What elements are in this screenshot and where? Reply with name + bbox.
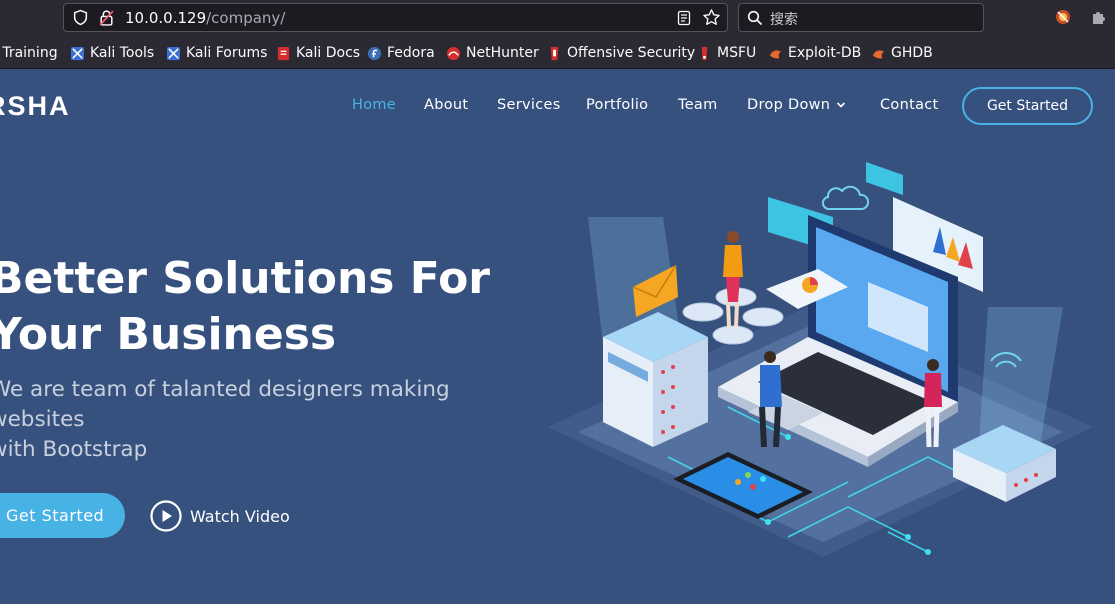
nav-services[interactable]: Services: [497, 97, 561, 113]
bookmark-fedora[interactable]: Fedora: [367, 44, 435, 62]
bookmark-training[interactable]: i Training: [0, 44, 58, 62]
bookmarks-toolbar: i Training Kali Tools Kali Forums Kali D…: [0, 36, 1115, 69]
url-text[interactable]: 10.0.0.129/company/: [125, 9, 285, 27]
hero-subtitle-line1: We are team of talanted designers making…: [0, 377, 450, 432]
bookmark-label: Offensive Security: [567, 45, 696, 61]
bookmark-label: MSFU: [717, 45, 757, 61]
insecure-lock-icon[interactable]: [99, 9, 114, 26]
hero-title-line1: Better Solutions For: [0, 253, 491, 304]
puzzle-extensions-icon[interactable]: [1090, 8, 1108, 26]
nav-about[interactable]: About: [424, 97, 468, 113]
person-woman-top: [723, 231, 743, 328]
bookmark-nethunter[interactable]: NetHunter: [446, 44, 539, 62]
watch-video-link[interactable]: Watch Video: [150, 500, 290, 532]
ghdb-icon: [872, 49, 885, 58]
search-icon: [747, 10, 763, 26]
hero-subtitle-line2: with Bootstrap: [0, 437, 148, 462]
nav-dropdown-label: Drop Down: [747, 97, 831, 113]
extension-icon[interactable]: [1054, 8, 1072, 26]
nav-team[interactable]: Team: [678, 97, 718, 113]
bookmark-star-icon[interactable]: [702, 8, 721, 27]
nav-dropdown[interactable]: Drop Down: [747, 97, 846, 113]
nav-portfolio[interactable]: Portfolio: [586, 97, 648, 113]
watch-video-label: Watch Video: [190, 506, 290, 526]
hero-get-started-button[interactable]: Get Started: [0, 493, 125, 538]
hero-illustration: [548, 162, 1093, 557]
hero-title-line2: Your Business: [0, 309, 337, 360]
kali-tools-icon: [70, 46, 85, 60]
kali-forums-icon: [166, 46, 181, 60]
address-bar[interactable]: 10.0.0.129/company/: [63, 3, 728, 32]
web-page: RSHA Home About Services Portfolio Team …: [0, 69, 1115, 604]
play-circle-icon: [150, 500, 182, 532]
browser-toolbar: 10.0.0.129/company/ 搜索: [0, 0, 1115, 36]
offsec-icon: [550, 46, 559, 60]
nav-contact[interactable]: Contact: [880, 97, 939, 113]
nav-home[interactable]: Home: [352, 97, 396, 113]
shield-icon[interactable]: [72, 9, 89, 26]
url-path: /company/: [206, 9, 286, 27]
chevron-down-icon: [837, 102, 846, 108]
exploitdb-icon: [769, 49, 782, 58]
bookmark-kali-forums[interactable]: Kali Forums: [166, 44, 267, 62]
bookmark-label: Kali Forums: [186, 45, 268, 61]
bookmark-label: NetHunter: [466, 45, 539, 61]
search-placeholder: 搜索: [770, 12, 798, 28]
bookmark-label: i Training: [0, 45, 58, 61]
nethunter-icon: [446, 46, 461, 60]
hero-title: Better Solutions For Your Business: [0, 251, 550, 363]
hero-subtitle: We are team of talanted designers making…: [0, 375, 550, 465]
bookmark-label: Fedora: [387, 45, 435, 61]
bookmark-label: Kali Tools: [90, 45, 155, 61]
reader-view-icon[interactable]: [676, 10, 692, 26]
nav-get-started-button[interactable]: Get Started: [962, 87, 1093, 125]
bookmark-kali-docs[interactable]: Kali Docs: [276, 44, 360, 62]
bookmark-exploit-db[interactable]: Exploit-DB: [768, 44, 861, 62]
bookmark-label: GHDB: [891, 45, 933, 61]
bookmark-label: Exploit-DB: [788, 45, 862, 61]
search-bar[interactable]: 搜索: [738, 3, 984, 32]
server-rack-left: [603, 312, 708, 447]
kali-docs-icon: [277, 46, 290, 60]
bookmark-ghdb[interactable]: GHDB: [871, 44, 933, 62]
url-host: 10.0.0.129: [125, 9, 207, 27]
fedora-icon: [367, 46, 382, 60]
bookmark-kali-tools[interactable]: Kali Tools: [70, 44, 154, 62]
bookmark-label: Kali Docs: [296, 45, 361, 61]
msfu-icon: [701, 46, 708, 60]
bookmark-msfu[interactable]: MSFU: [697, 44, 756, 62]
bookmark-offensive-security[interactable]: Offensive Security: [547, 44, 695, 62]
site-logo[interactable]: RSHA: [0, 91, 71, 122]
